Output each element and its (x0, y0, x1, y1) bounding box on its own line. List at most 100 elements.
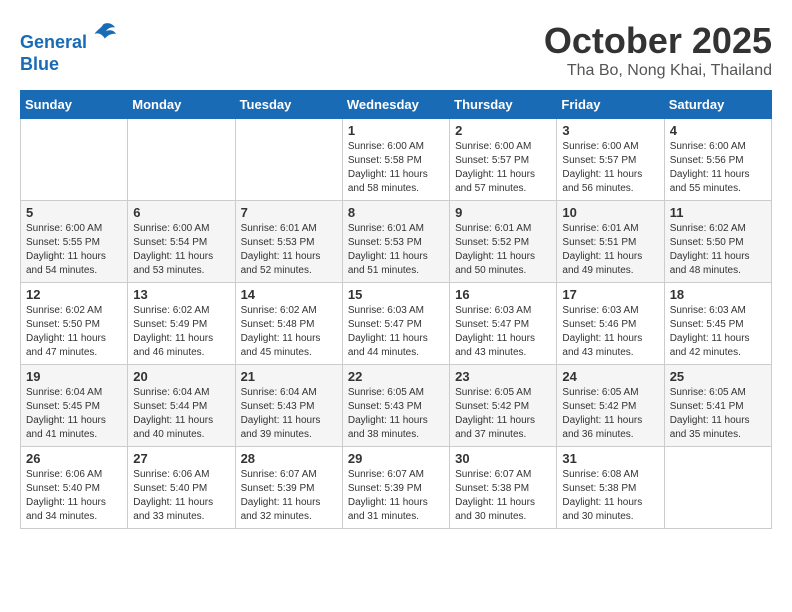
calendar-cell: 9 Sunrise: 6:01 AM Sunset: 5:52 PM Daylig… (450, 201, 557, 283)
weekday-header: Wednesday (342, 91, 449, 119)
calendar-cell: 5Sunrise: 6:00 AM Sunset: 5:55 PM Daylig… (21, 201, 128, 283)
logo-line2-text: Blue (20, 54, 117, 76)
calendar-cell: 4 Sunrise: 6:00 AM Sunset: 5:56 PM Daylig… (664, 119, 771, 201)
day-number: 15 (348, 287, 444, 302)
day-number: 22 (348, 369, 444, 384)
logo-line2: Blue (20, 54, 59, 74)
weekday-header: Monday (128, 91, 235, 119)
day-number: 21 (241, 369, 337, 384)
day-info: Sunrise: 6:03 AM Sunset: 5:47 PM Dayligh… (348, 304, 444, 360)
day-info: Sunrise: 6:02 AM Sunset: 5:48 PM Dayligh… (241, 304, 337, 360)
day-info: Sunrise: 6:06 AM Sunset: 5:40 PM Dayligh… (133, 468, 229, 524)
day-info: Sunrise: 6:07 AM Sunset: 5:38 PM Dayligh… (455, 468, 551, 524)
location-subtitle: Tha Bo, Nong Khai, Thailand (544, 62, 772, 80)
day-number: 17 (562, 287, 658, 302)
weekday-header: Thursday (450, 91, 557, 119)
day-number: 3 (562, 123, 658, 138)
calendar-cell: 19 Sunrise: 6:04 AM Sunset: 5:45 PM Dayli… (21, 365, 128, 447)
day-number: 18 (670, 287, 766, 302)
calendar-cell: 24 Sunrise: 6:05 AM Sunset: 5:42 PM Dayli… (557, 365, 664, 447)
day-info: Sunrise: 6:01 AM Sunset: 5:52 PM Dayligh… (455, 222, 551, 278)
day-number: 13 (133, 287, 229, 302)
logo-text: General (20, 20, 117, 54)
logo-line1: General (20, 32, 87, 52)
calendar-cell: 15 Sunrise: 6:03 AM Sunset: 5:47 PM Dayli… (342, 283, 449, 365)
day-number: 14 (241, 287, 337, 302)
calendar-cell: 12 Sunrise: 6:02 AM Sunset: 5:50 PM Dayli… (21, 283, 128, 365)
day-info: Sunrise: 6:03 AM Sunset: 5:47 PM Dayligh… (455, 304, 551, 360)
calendar-week-row: 26 Sunrise: 6:06 AM Sunset: 5:40 PM Dayli… (21, 447, 772, 529)
day-info: Sunrise: 6:02 AM Sunset: 5:50 PM Dayligh… (26, 304, 122, 360)
calendar-cell: 14 Sunrise: 6:02 AM Sunset: 5:48 PM Dayli… (235, 283, 342, 365)
calendar-cell: 16Sunrise: 6:03 AM Sunset: 5:47 PM Dayli… (450, 283, 557, 365)
day-number: 10 (562, 205, 658, 220)
day-info: Sunrise: 6:01 AM Sunset: 5:51 PM Dayligh… (562, 222, 658, 278)
day-number: 27 (133, 451, 229, 466)
day-info: Sunrise: 6:05 AM Sunset: 5:42 PM Dayligh… (455, 386, 551, 442)
day-info: Sunrise: 6:07 AM Sunset: 5:39 PM Dayligh… (348, 468, 444, 524)
calendar-cell: 23Sunrise: 6:05 AM Sunset: 5:42 PM Dayli… (450, 365, 557, 447)
day-info: Sunrise: 6:03 AM Sunset: 5:45 PM Dayligh… (670, 304, 766, 360)
day-info: Sunrise: 6:03 AM Sunset: 5:46 PM Dayligh… (562, 304, 658, 360)
day-number: 30 (455, 451, 551, 466)
calendar-cell: 29Sunrise: 6:07 AM Sunset: 5:39 PM Dayli… (342, 447, 449, 529)
day-number: 4 (670, 123, 766, 138)
calendar-cell: 31 Sunrise: 6:08 AM Sunset: 5:38 PM Dayli… (557, 447, 664, 529)
day-info: Sunrise: 6:01 AM Sunset: 5:53 PM Dayligh… (241, 222, 337, 278)
day-number: 20 (133, 369, 229, 384)
day-number: 24 (562, 369, 658, 384)
day-info: Sunrise: 6:01 AM Sunset: 5:53 PM Dayligh… (348, 222, 444, 278)
calendar-cell: 26 Sunrise: 6:06 AM Sunset: 5:40 PM Dayli… (21, 447, 128, 529)
calendar-cell: 22 Sunrise: 6:05 AM Sunset: 5:43 PM Dayli… (342, 365, 449, 447)
calendar-cell: 30 Sunrise: 6:07 AM Sunset: 5:38 PM Dayli… (450, 447, 557, 529)
day-info: Sunrise: 6:00 AM Sunset: 5:54 PM Dayligh… (133, 222, 229, 278)
day-number: 8 (348, 205, 444, 220)
calendar-cell: 2Sunrise: 6:00 AM Sunset: 5:57 PM Daylig… (450, 119, 557, 201)
day-info: Sunrise: 6:00 AM Sunset: 5:57 PM Dayligh… (562, 140, 658, 196)
calendar-cell: 17 Sunrise: 6:03 AM Sunset: 5:46 PM Dayli… (557, 283, 664, 365)
day-info: Sunrise: 6:00 AM Sunset: 5:58 PM Dayligh… (348, 140, 444, 196)
day-info: Sunrise: 6:00 AM Sunset: 5:57 PM Dayligh… (455, 140, 551, 196)
day-number: 9 (455, 205, 551, 220)
calendar-cell (664, 447, 771, 529)
day-info: Sunrise: 6:04 AM Sunset: 5:43 PM Dayligh… (241, 386, 337, 442)
calendar-cell: 13Sunrise: 6:02 AM Sunset: 5:49 PM Dayli… (128, 283, 235, 365)
calendar-week-row: 19 Sunrise: 6:04 AM Sunset: 5:45 PM Dayli… (21, 365, 772, 447)
calendar-cell (128, 119, 235, 201)
calendar-week-row: 5Sunrise: 6:00 AM Sunset: 5:55 PM Daylig… (21, 201, 772, 283)
logo: General Blue (20, 20, 117, 75)
day-info: Sunrise: 6:05 AM Sunset: 5:43 PM Dayligh… (348, 386, 444, 442)
calendar-cell: 11 Sunrise: 6:02 AM Sunset: 5:50 PM Dayli… (664, 201, 771, 283)
day-info: Sunrise: 6:02 AM Sunset: 5:50 PM Dayligh… (670, 222, 766, 278)
weekday-header: Friday (557, 91, 664, 119)
day-number: 6 (133, 205, 229, 220)
day-number: 7 (241, 205, 337, 220)
calendar-cell (235, 119, 342, 201)
calendar-cell: 6 Sunrise: 6:00 AM Sunset: 5:54 PM Daylig… (128, 201, 235, 283)
calendar-cell: 18 Sunrise: 6:03 AM Sunset: 5:45 PM Dayli… (664, 283, 771, 365)
day-number: 31 (562, 451, 658, 466)
page-header: General Blue October 2025 Tha Bo, Nong K… (20, 20, 772, 80)
day-info: Sunrise: 6:04 AM Sunset: 5:45 PM Dayligh… (26, 386, 122, 442)
day-number: 5 (26, 205, 122, 220)
day-info: Sunrise: 6:06 AM Sunset: 5:40 PM Dayligh… (26, 468, 122, 524)
calendar-cell (21, 119, 128, 201)
weekday-header: Saturday (664, 91, 771, 119)
calendar-cell: 3 Sunrise: 6:00 AM Sunset: 5:57 PM Daylig… (557, 119, 664, 201)
weekday-header: Sunday (21, 91, 128, 119)
day-number: 26 (26, 451, 122, 466)
day-info: Sunrise: 6:08 AM Sunset: 5:38 PM Dayligh… (562, 468, 658, 524)
day-info: Sunrise: 6:05 AM Sunset: 5:41 PM Dayligh… (670, 386, 766, 442)
logo-bird-icon (89, 20, 117, 48)
day-number: 25 (670, 369, 766, 384)
day-number: 11 (670, 205, 766, 220)
day-info: Sunrise: 6:00 AM Sunset: 5:56 PM Dayligh… (670, 140, 766, 196)
day-number: 19 (26, 369, 122, 384)
day-number: 28 (241, 451, 337, 466)
calendar-cell: 28Sunrise: 6:07 AM Sunset: 5:39 PM Dayli… (235, 447, 342, 529)
month-title: October 2025 (544, 20, 772, 62)
day-number: 12 (26, 287, 122, 302)
day-info: Sunrise: 6:04 AM Sunset: 5:44 PM Dayligh… (133, 386, 229, 442)
weekday-header-row: SundayMondayTuesdayWednesdayThursdayFrid… (21, 91, 772, 119)
day-info: Sunrise: 6:05 AM Sunset: 5:42 PM Dayligh… (562, 386, 658, 442)
